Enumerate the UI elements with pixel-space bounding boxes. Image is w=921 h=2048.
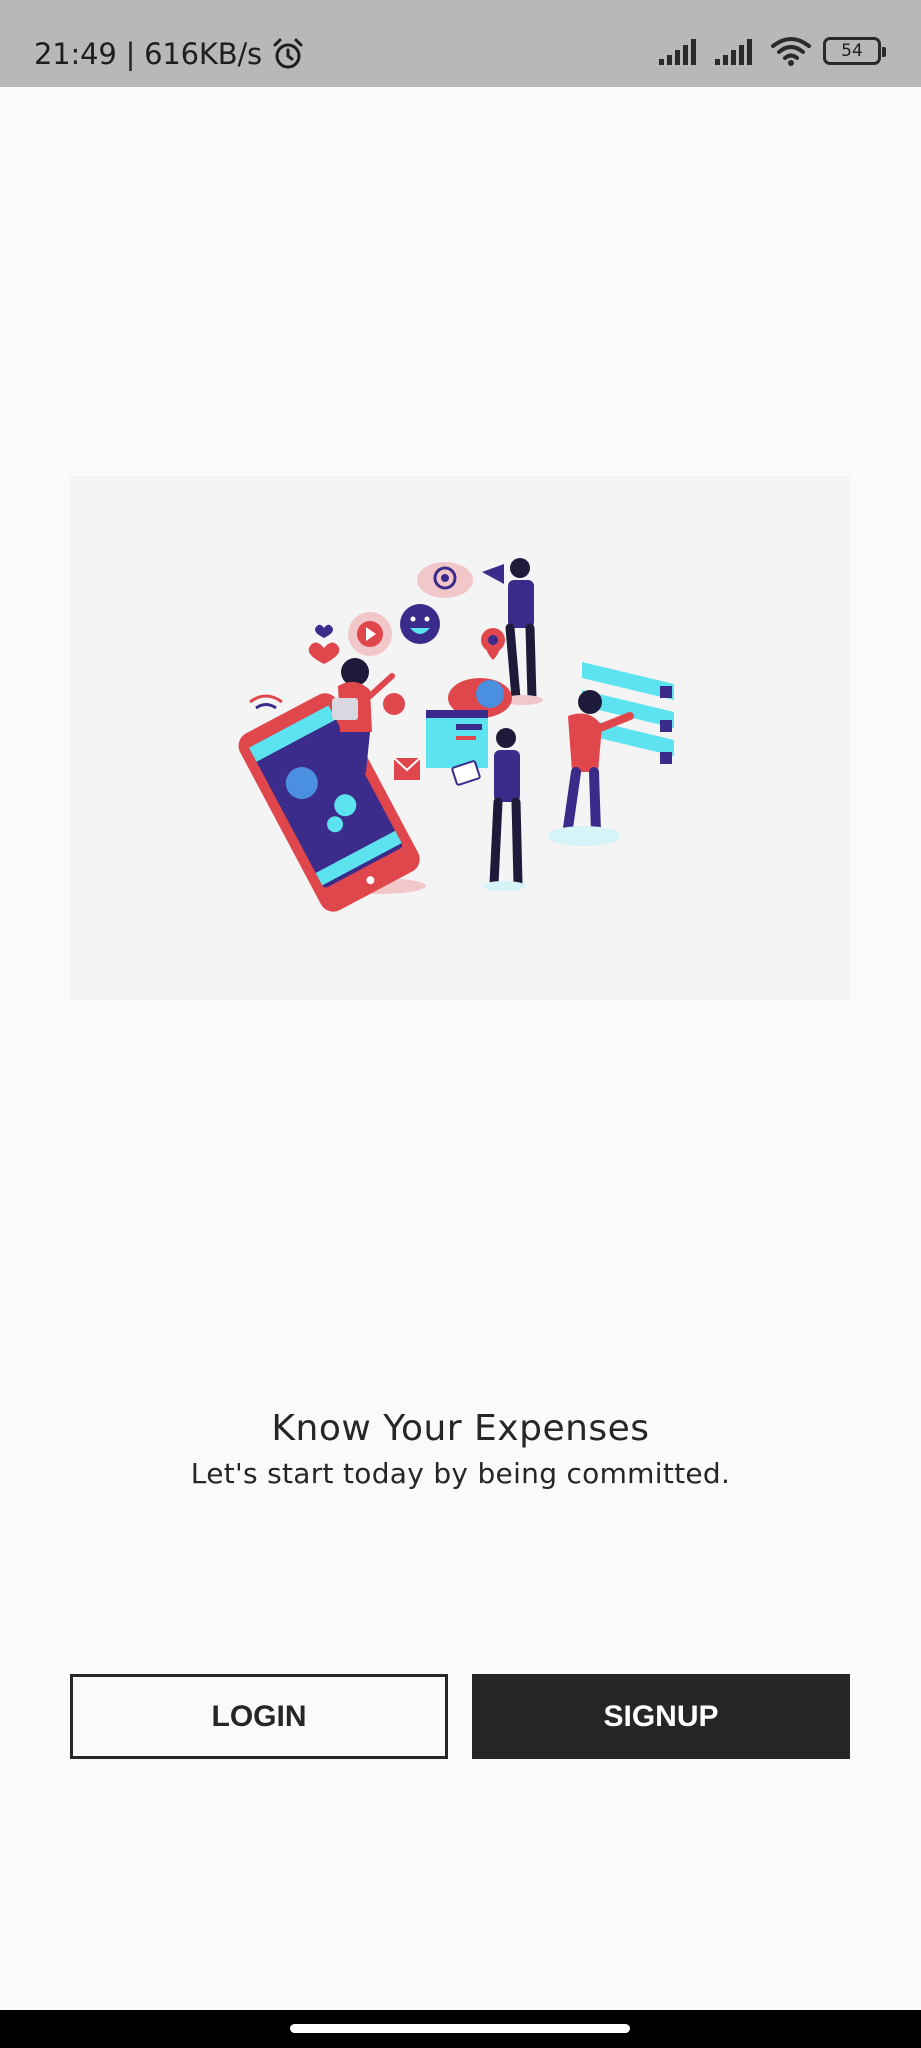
login-button[interactable]: LOGIN	[70, 1674, 448, 1759]
home-indicator[interactable]	[290, 2024, 630, 2033]
alarm-icon	[273, 38, 303, 69]
page-subtitle: Let's start today by being committed.	[190, 1457, 731, 1490]
page-title: Know Your Expenses	[271, 1408, 650, 1449]
signal-icon	[715, 39, 752, 65]
signal-icon	[659, 39, 696, 65]
battery-icon: 54	[823, 37, 886, 65]
hero-illustration	[70, 476, 850, 1000]
status-right: 54	[659, 36, 886, 66]
wifi-icon	[771, 37, 811, 66]
tagline: Know Your Expenses Let's start today by …	[0, 1408, 921, 1490]
status-time-speed: 21:49 | 616KB/s	[34, 37, 262, 71]
battery-level: 54	[841, 41, 863, 61]
status-bar: 21:49 | 616KB/s 54	[0, 0, 921, 87]
status-left: 21:49 | 616KB/s	[34, 36, 306, 72]
navigation-bar	[0, 2010, 921, 2048]
signup-button[interactable]: SIGNUP	[472, 1674, 850, 1759]
social-media-illustration	[238, 558, 674, 912]
